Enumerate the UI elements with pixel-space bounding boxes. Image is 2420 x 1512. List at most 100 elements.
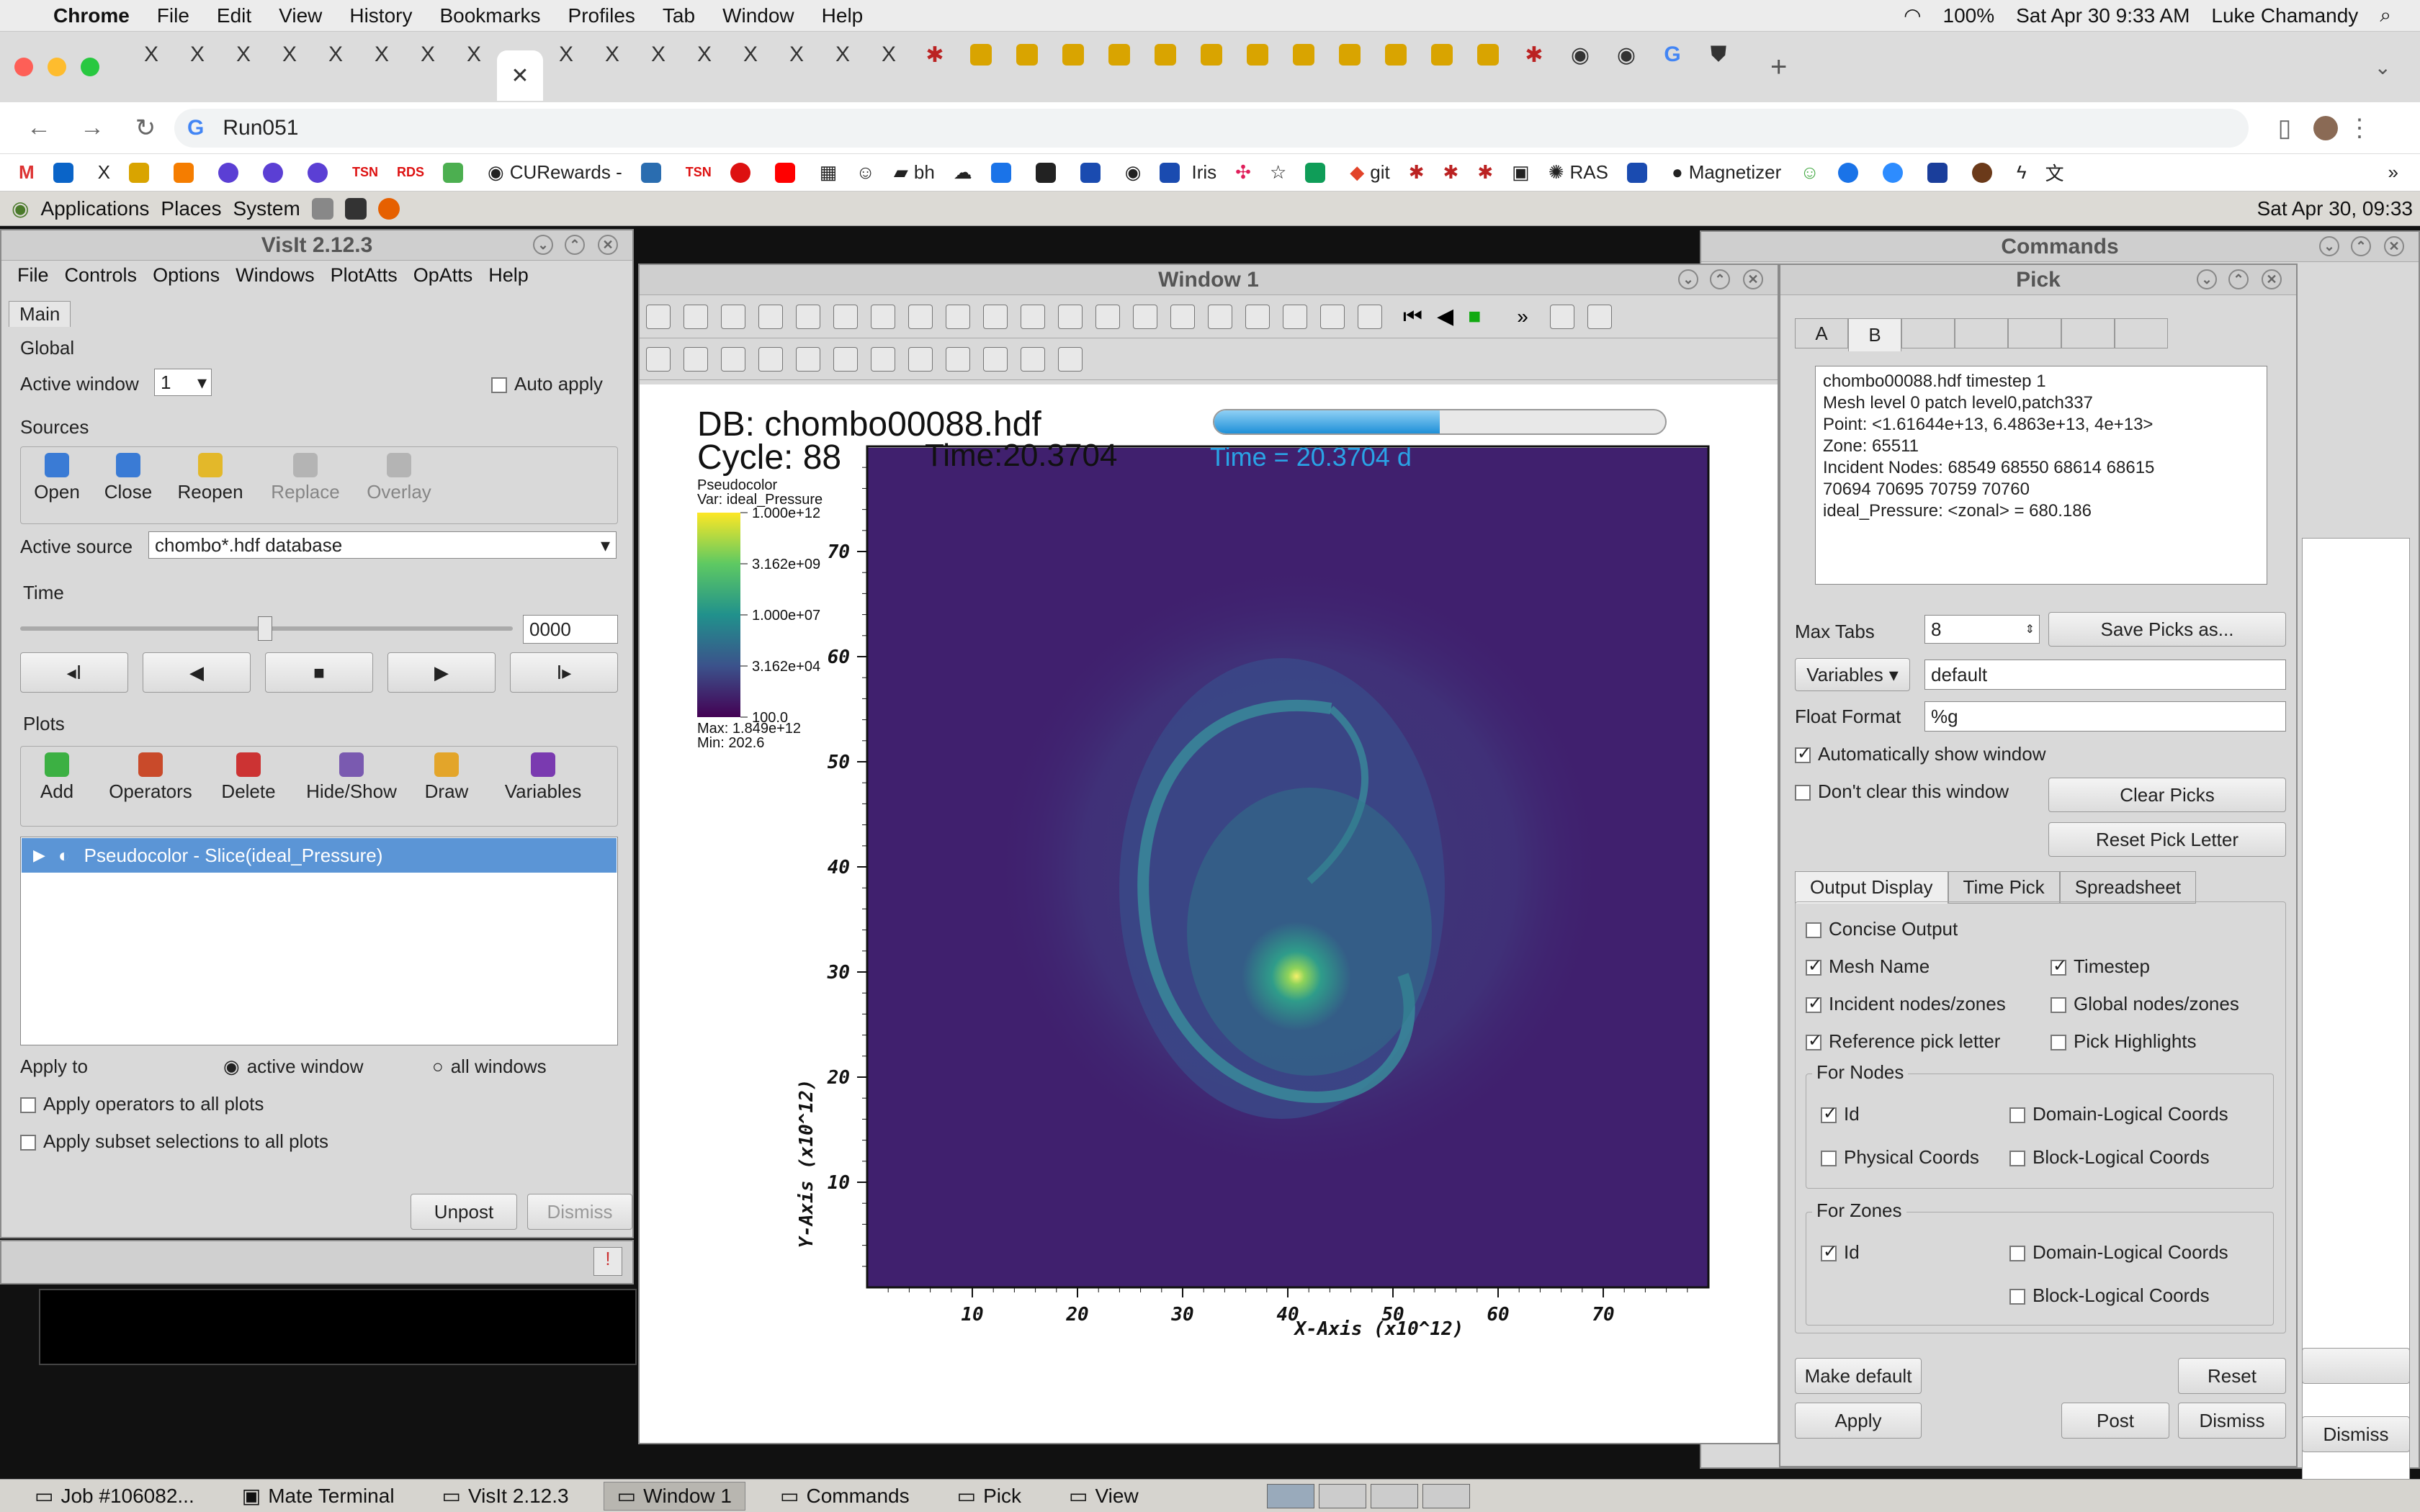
node-domain-logical-checkbox[interactable]: Domain-Logical Coords <box>2009 1103 2228 1125</box>
forward-icon[interactable]: → <box>78 114 107 142</box>
tab-pinned[interactable] <box>1096 33 1142 76</box>
tab-pinned[interactable]: X <box>589 33 635 76</box>
checkbox-box[interactable] <box>20 1135 36 1151</box>
bookmark-doc[interactable] <box>1927 162 1953 183</box>
pick-post-button[interactable]: Post <box>2061 1403 2169 1439</box>
bookmark-lock[interactable]: ▣ <box>1512 161 1530 184</box>
bookmark-youtube[interactable] <box>774 162 801 183</box>
bookmark-blogger[interactable] <box>174 162 200 183</box>
tab-pinned[interactable]: ✱ <box>1511 33 1557 76</box>
sidebar-icon[interactable]: ▯ <box>2270 114 2299 143</box>
terminal-icon[interactable] <box>344 197 367 220</box>
clear-icon[interactable] <box>758 304 783 329</box>
navigate-icon[interactable] <box>646 346 671 372</box>
box-icon[interactable] <box>983 346 1008 372</box>
visit-menu-plotatts[interactable]: PlotAtts <box>331 264 398 287</box>
pick-titlebar[interactable]: Pick ⌄ ⌃ ✕ <box>1780 265 2296 295</box>
mac-menu-bookmarks[interactable]: Bookmarks <box>439 4 540 27</box>
commands-titlebar[interactable]: Commands ⌄ ⌃ ✕ <box>1701 232 2419 262</box>
tab-spreadsheet[interactable]: Spreadsheet <box>2059 871 2197 904</box>
bookmark-qr[interactable]: ▦ <box>820 161 838 184</box>
bookmark-star2[interactable]: ☆ <box>1270 161 1286 184</box>
pick-tab-empty[interactable] <box>2061 318 2115 348</box>
checkbox-box[interactable] <box>491 377 507 394</box>
bookmark-x2[interactable] <box>990 162 1017 183</box>
chevron-down-icon[interactable]: ⌄ <box>2319 236 2339 256</box>
bookmark-tsn2[interactable]: TSN <box>686 165 712 180</box>
bookmark-bolt[interactable]: ϟ <box>2017 161 2027 184</box>
bookmark-paw3[interactable]: ✱ <box>1477 161 1493 184</box>
spotlight-icon[interactable]: ⌕ <box>2380 4 2391 27</box>
bookmark-iris[interactable]: Iris <box>1160 161 1216 184</box>
mate-menu-applications[interactable]: Applications <box>40 197 149 220</box>
tab-pinned[interactable]: X <box>405 33 451 76</box>
tab-pinned[interactable] <box>1419 33 1465 76</box>
tab-pinned[interactable]: X <box>681 33 727 76</box>
visit-menu-help[interactable]: Help <box>488 264 529 287</box>
tab-pinned[interactable] <box>958 33 1004 76</box>
tab-pinned[interactable] <box>1465 33 1511 76</box>
chevron-up-icon[interactable]: ⌃ <box>2351 236 2371 256</box>
layout8-icon[interactable] <box>908 304 933 329</box>
bookmark-brown[interactable] <box>1971 162 1998 183</box>
tab-pinned[interactable]: ◉ <box>1557 33 1603 76</box>
checkbox-box[interactable] <box>1795 785 1811 801</box>
float-format-field[interactable]: %g <box>1924 701 2286 732</box>
active-window-select[interactable]: 1 ▾ <box>154 369 212 396</box>
mate-menu-system[interactable]: System <box>233 197 300 220</box>
tab-pinned[interactable]: ◉ <box>1603 33 1649 76</box>
bookmark-paw1[interactable]: ✱ <box>1409 161 1425 184</box>
layout4-icon[interactable] <box>871 304 895 329</box>
view-box-icon[interactable] <box>1095 304 1120 329</box>
reopen-button[interactable]: Reopen <box>171 453 250 503</box>
bookmark-m[interactable] <box>443 162 469 183</box>
tab-pinned[interactable]: X <box>727 33 774 76</box>
plane-icon[interactable] <box>946 346 970 372</box>
visit-menu-controls[interactable]: Controls <box>65 264 138 287</box>
pick-reset-button[interactable]: Reset <box>2178 1358 2286 1394</box>
variables-menu-button[interactable]: Variables ▾ <box>1795 658 1910 691</box>
back-icon[interactable]: ← <box>24 114 53 142</box>
overflow-icon[interactable]: » <box>1517 305 1528 328</box>
checkbox-box[interactable] <box>20 1097 36 1114</box>
node-pick-icon[interactable] <box>758 346 783 372</box>
bookmark-translate[interactable]: 文 <box>2045 159 2064 186</box>
zone-id-checkbox[interactable]: Id <box>1821 1241 1860 1264</box>
lock-view-icon[interactable] <box>1021 304 1045 329</box>
sphere-icon[interactable] <box>1021 346 1045 372</box>
checkbox-box[interactable] <box>2009 1151 2025 1167</box>
checkbox-box[interactable] <box>1821 1103 1837 1124</box>
taskbar-item-visit[interactable]: ▭ VisIt 2.12.3 <box>429 1482 582 1511</box>
bookmark-cbc[interactable] <box>730 162 756 183</box>
bookmark-cloud[interactable]: ☁ <box>954 161 972 184</box>
pick-tab-b[interactable]: B <box>1848 318 1901 351</box>
mac-menu-chrome[interactable]: Chrome <box>53 4 130 27</box>
chevron-down-icon[interactable]: ⌄ <box>2197 269 2217 289</box>
bookmark-x[interactable]: X <box>98 161 110 184</box>
tab-pinned[interactable]: ⛊ <box>1695 33 1742 76</box>
menu-dots-icon[interactable]: ⋮ <box>2345 114 2374 143</box>
ref-letter-checkbox[interactable]: Reference pick letter <box>1806 1030 2000 1053</box>
pick-output[interactable]: chombo00088.hdf timestep 1 Mesh level 0 … <box>1815 366 2267 585</box>
close-window-icon[interactable] <box>14 58 33 76</box>
replace-button[interactable]: Replace <box>266 453 345 503</box>
bookmark-slack[interactable]: ✣ <box>1235 161 1251 184</box>
zone-pick-icon[interactable] <box>721 346 745 372</box>
workspace-3[interactable] <box>1370 1483 1418 1508</box>
commands-dismiss-button[interactable]: Dismiss <box>2302 1416 2410 1452</box>
checkbox-box[interactable] <box>1806 1030 1822 1051</box>
bookmarks-overflow[interactable]: » <box>2388 161 2398 184</box>
auto-apply-checkbox[interactable]: Auto apply <box>491 373 603 395</box>
mac-menu-profiles[interactable]: Profiles <box>568 4 635 27</box>
tab-pinned[interactable]: G <box>1649 33 1695 76</box>
bookmark-github[interactable] <box>1035 162 1062 183</box>
tab-pinned[interactable]: X <box>866 33 912 76</box>
camera-icon[interactable] <box>1283 304 1307 329</box>
window-icon[interactable] <box>684 304 708 329</box>
camera-icon[interactable] <box>1245 304 1270 329</box>
all-windows-radio[interactable]: ○ all windows <box>432 1056 547 1078</box>
axis-icon[interactable] <box>1058 346 1083 372</box>
tab-pinned[interactable]: ✱ <box>912 33 958 76</box>
bookmark-curewards[interactable]: ◉ CURewards - <box>488 161 622 184</box>
step-back-button[interactable]: ◂Ⅰ <box>20 652 128 693</box>
